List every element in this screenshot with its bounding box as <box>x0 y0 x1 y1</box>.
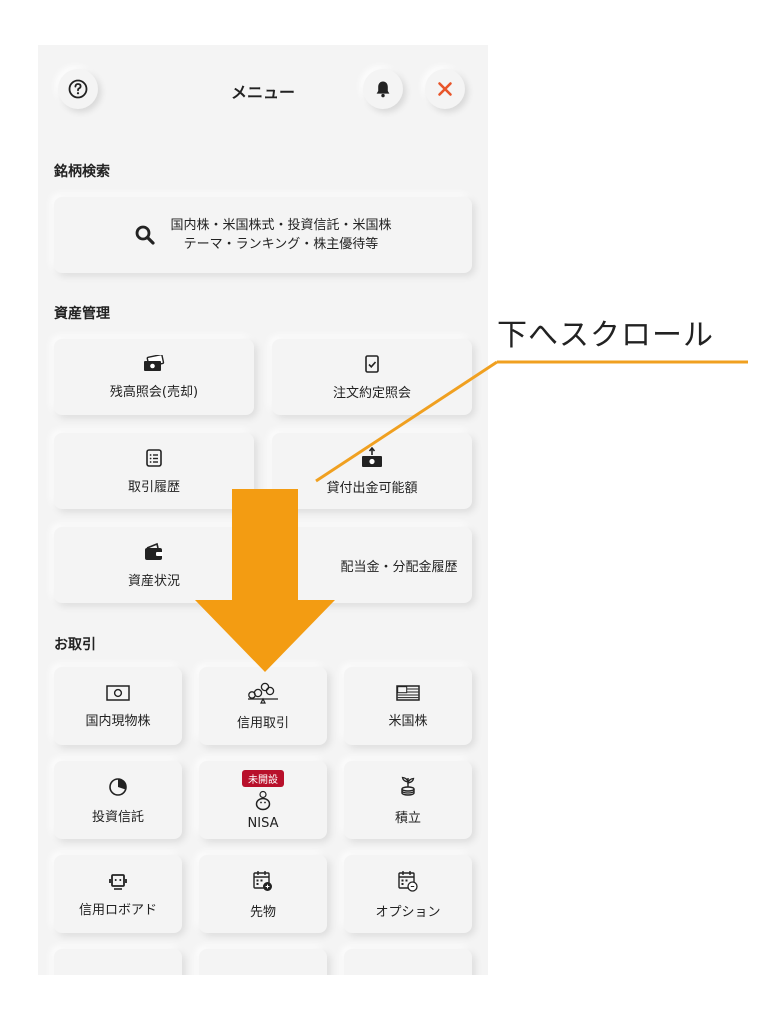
scroll-down-annotation: 下へスクロール <box>497 318 714 353</box>
annotation-overlay <box>195 360 748 672</box>
scroll-down-arrow-icon <box>195 489 335 672</box>
callout-line-diagonal <box>315 360 498 483</box>
